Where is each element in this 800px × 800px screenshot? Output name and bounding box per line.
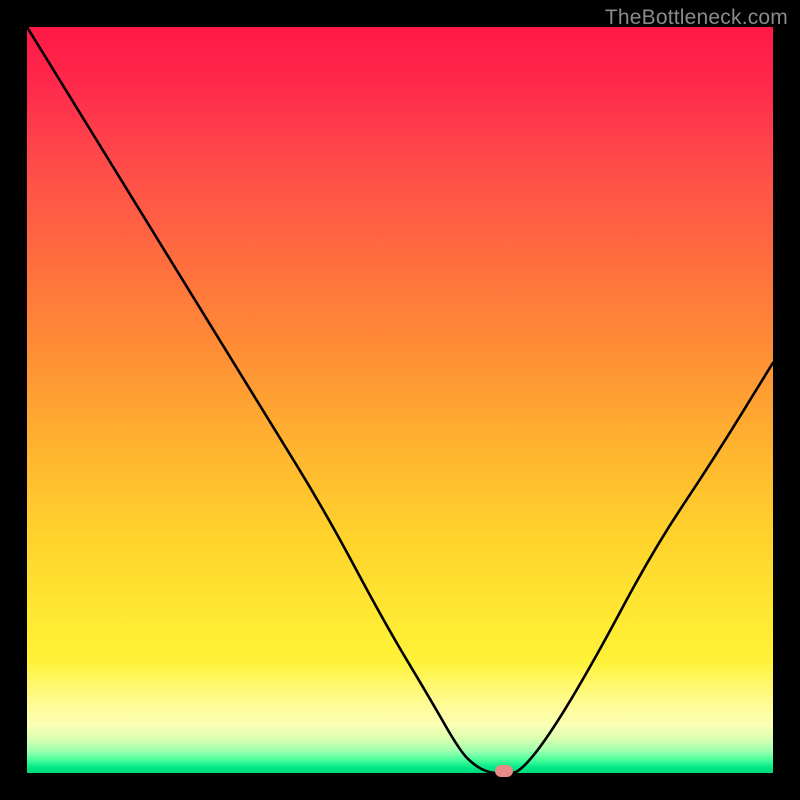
bottleneck-curve bbox=[27, 27, 773, 773]
chart-frame: TheBottleneck.com bbox=[0, 0, 800, 800]
watermark-text: TheBottleneck.com bbox=[605, 6, 788, 30]
plot-area bbox=[27, 27, 773, 773]
optimal-marker bbox=[495, 765, 513, 777]
